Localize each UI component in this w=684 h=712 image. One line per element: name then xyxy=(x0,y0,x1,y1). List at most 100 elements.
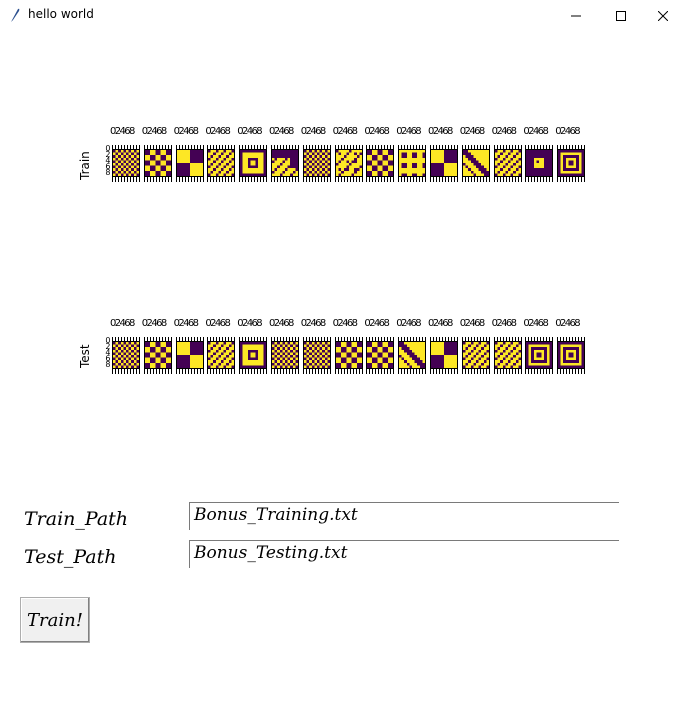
bottom-tick-marks xyxy=(461,177,490,182)
sample-image xyxy=(143,341,172,369)
train-path-field[interactable]: Bonus_Training.txt xyxy=(189,502,619,530)
train-sample-9: 02468 xyxy=(364,118,395,184)
train-sample-15: 02468 xyxy=(555,118,586,184)
bottom-tick-marks xyxy=(207,177,236,182)
x-tick-labels: 02468 xyxy=(269,126,294,137)
sample-image xyxy=(175,149,204,177)
bottom-tick-marks xyxy=(112,177,140,182)
train-path-label: Train_Path xyxy=(24,508,129,530)
maximize-icon xyxy=(615,6,626,25)
bottom-tick-marks xyxy=(207,369,236,374)
close-button[interactable] xyxy=(640,0,684,30)
x-tick-labels: 02468 xyxy=(396,318,421,329)
x-tick-labels: 02468 xyxy=(141,126,167,137)
bottom-tick-marks xyxy=(175,369,204,374)
bottom-tick-marks xyxy=(334,177,363,182)
bottom-tick-marks xyxy=(143,177,172,182)
maximize-button[interactable] xyxy=(598,0,643,30)
bottom-tick-marks xyxy=(366,177,395,182)
train-sample-11: 02468 xyxy=(428,118,458,184)
x-tick-labels: 02468 xyxy=(555,126,580,137)
sample-image xyxy=(525,149,554,177)
train-sample-1: 02468 0 2 4 6 8 xyxy=(105,118,140,184)
train-plot-row: Train 02468 0 2 4 6 8 02468 02468 02468 02468 0246… xyxy=(0,118,684,198)
sample-image xyxy=(525,341,554,369)
test-sample-9: 02468 xyxy=(364,310,395,376)
train-sample-2: 02468 xyxy=(141,118,172,184)
x-tick-labels: 02468 xyxy=(205,126,230,137)
sample-image xyxy=(557,149,586,177)
sample-image xyxy=(239,149,268,177)
x-tick-labels: 02468 xyxy=(269,318,294,329)
sample-image xyxy=(112,149,140,177)
bottom-tick-marks xyxy=(430,177,458,182)
sample-image xyxy=(366,149,395,177)
bottom-tick-marks xyxy=(143,369,172,374)
train-sample-6: 02468 xyxy=(269,118,299,184)
train-sample-3: 02468 xyxy=(174,118,204,184)
bottom-tick-marks xyxy=(271,177,299,182)
test-sample-10: 02468 xyxy=(396,310,427,376)
sample-image xyxy=(271,149,299,177)
bottom-tick-marks xyxy=(525,177,554,182)
x-tick-labels: 02468 xyxy=(428,318,453,329)
title-bar: hello world xyxy=(0,0,684,30)
x-tick-labels: 02468 xyxy=(237,126,262,137)
test-path-field[interactable]: Bonus_Testing.txt xyxy=(189,540,619,568)
train-sample-13: 02468 xyxy=(492,118,522,184)
sample-image xyxy=(239,341,268,369)
sample-image xyxy=(493,341,522,369)
sample-image xyxy=(334,341,363,369)
x-tick-labels: 02468 xyxy=(364,126,389,137)
bottom-tick-marks xyxy=(334,369,363,374)
x-tick-labels: 02468 xyxy=(110,126,135,137)
test-sample-7: 02468 xyxy=(300,310,331,376)
x-tick-labels: 02468 xyxy=(300,318,326,329)
bottom-tick-marks xyxy=(493,177,522,182)
test-sample-3: 02468 xyxy=(174,310,204,376)
sample-image xyxy=(398,341,427,369)
bottom-tick-marks xyxy=(271,369,299,374)
x-tick-labels: 02468 xyxy=(205,318,230,329)
x-tick-labels: 02468 xyxy=(300,126,326,137)
bottom-tick-marks xyxy=(302,177,331,182)
test-sample-14: 02468 xyxy=(523,310,554,376)
x-tick-labels: 02468 xyxy=(237,318,262,329)
train-sample-4: 02468 xyxy=(205,118,236,184)
train-sample-14: 02468 xyxy=(523,118,554,184)
x-tick-labels: 02468 xyxy=(396,126,421,137)
y-tick-labels: 02468 xyxy=(105,336,110,369)
bottom-tick-marks xyxy=(430,369,458,374)
bottom-tick-marks xyxy=(461,369,490,374)
test-sample-5: 02468 xyxy=(237,310,268,376)
bottom-tick-marks xyxy=(557,369,586,374)
test-path-label: Test_Path xyxy=(24,546,117,568)
sample-image xyxy=(430,149,458,177)
bottom-tick-marks xyxy=(557,177,586,182)
bottom-tick-marks xyxy=(302,369,331,374)
sample-image xyxy=(175,341,204,369)
minimize-button[interactable] xyxy=(553,0,598,30)
train-button[interactable]: Train! xyxy=(20,597,90,643)
bottom-tick-marks xyxy=(525,369,554,374)
sample-image xyxy=(557,341,586,369)
bottom-tick-marks xyxy=(366,369,395,374)
sample-image xyxy=(271,341,299,369)
sample-image xyxy=(366,341,395,369)
x-tick-labels: 02468 xyxy=(332,126,358,137)
test-sample-13: 02468 xyxy=(492,310,522,376)
test-sample-12: 02468 xyxy=(460,310,490,376)
train-sample-8: 02468 xyxy=(332,118,363,184)
sample-image xyxy=(302,149,331,177)
bottom-tick-marks xyxy=(239,369,268,374)
bottom-tick-marks xyxy=(239,177,268,182)
train-sample-10: 02468 xyxy=(396,118,427,184)
window-title: hello world xyxy=(28,7,94,21)
x-tick-labels: 02468 xyxy=(110,318,135,329)
bottom-tick-marks xyxy=(493,369,522,374)
sample-image xyxy=(398,149,427,177)
x-tick-labels: 02468 xyxy=(141,318,167,329)
bottom-tick-marks xyxy=(398,177,427,182)
sample-image xyxy=(207,149,236,177)
x-tick-labels: 02468 xyxy=(332,318,358,329)
